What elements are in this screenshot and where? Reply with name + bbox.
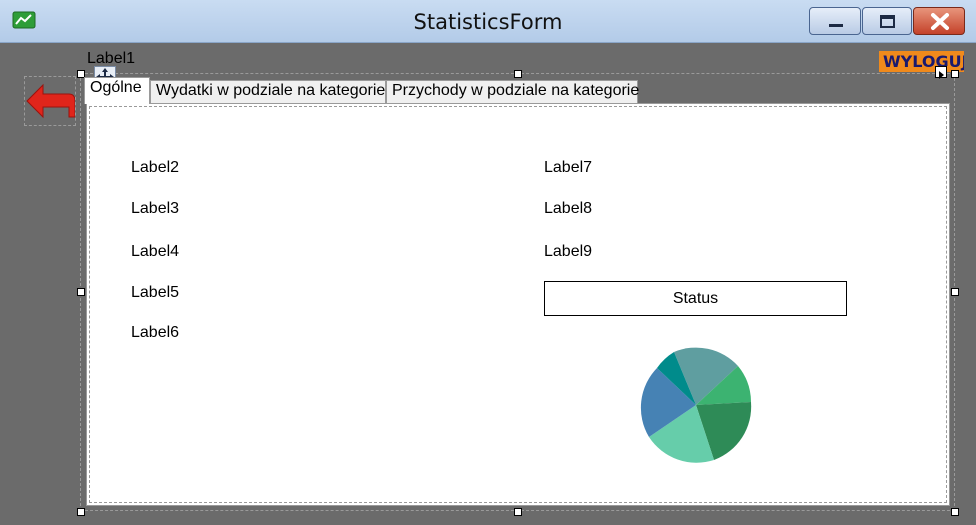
smart-tag-icon (939, 71, 944, 79)
label4: Label4 (131, 243, 180, 260)
resize-handle-right[interactable] (951, 288, 959, 296)
label3: Label3 (131, 200, 180, 217)
label5: Label5 (131, 284, 180, 301)
statistics-window: StatisticsForm Label1 WYLOGUJ Ogólne Wyd… (0, 0, 976, 525)
label6: Label6 (131, 324, 180, 341)
maximize-icon (880, 15, 895, 28)
back-arrow-icon (26, 83, 76, 119)
tab-przychody[interactable]: Przychody w podziale na kategorie (386, 80, 639, 103)
maximize-button[interactable] (862, 7, 912, 35)
label2: Label2 (131, 159, 180, 176)
tab-page-ogolne: Label2 Label3 Label4 Label5 Label6 Label… (86, 103, 950, 506)
resize-handle-top-right[interactable] (951, 70, 959, 78)
minimize-icon (829, 24, 843, 27)
resize-handle-top[interactable] (514, 70, 522, 78)
resize-handle-bottom-left[interactable] (77, 508, 85, 516)
close-button[interactable] (913, 7, 965, 35)
resize-handle-bottom[interactable] (514, 508, 522, 516)
tab-ogolne[interactable]: Ogólne (84, 77, 150, 104)
logout-button[interactable]: WYLOGUJ (879, 51, 964, 72)
back-button[interactable] (24, 76, 76, 126)
label7: Label7 (544, 159, 593, 176)
label9: Label9 (544, 243, 593, 260)
close-icon (931, 13, 949, 30)
resize-handle-bottom-right[interactable] (951, 508, 959, 516)
tab-wydatki[interactable]: Wydatki w podziale na kategorie (150, 80, 386, 103)
status-box: Status (544, 281, 847, 316)
label8: Label8 (544, 200, 593, 217)
smart-tag-button[interactable] (935, 66, 947, 79)
title-bar: StatisticsForm (0, 0, 976, 43)
minimize-button[interactable] (809, 7, 861, 35)
pie-chart (640, 347, 752, 463)
resize-handle-left[interactable] (77, 288, 85, 296)
